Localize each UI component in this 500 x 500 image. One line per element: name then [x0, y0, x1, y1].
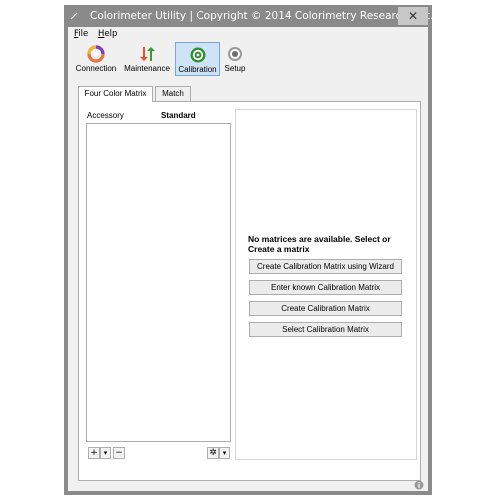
toolbar-calibration[interactable]: Calibration	[175, 42, 220, 76]
close-button[interactable]: ✕	[398, 7, 428, 25]
matrix-detail-pane: No matrices are available. Select or Cre…	[235, 109, 417, 460]
toolbar-setup[interactable]: Setup	[222, 42, 248, 76]
add-dropdown-button[interactable]: ▾	[100, 447, 111, 459]
no-matrix-message: No matrices are available. Select or Cre…	[248, 234, 391, 254]
toolbar-maintenance[interactable]: Maintenance	[122, 42, 172, 76]
tab-panel: Accessory Standard + ▾ − ✲ ▾ No matrices…	[78, 101, 421, 481]
create-matrix-button[interactable]: Create Calibration Matrix	[249, 301, 402, 316]
toolbar-setup-label: Setup	[224, 64, 246, 73]
app-window: Colorimeter Utility | Copyright © 2014 C…	[64, 5, 434, 495]
title-bar[interactable]: Colorimeter Utility | Copyright © 2014 C…	[64, 5, 434, 27]
toolbar-connection[interactable]: Connection	[72, 42, 120, 76]
toolbar-connection-label: Connection	[75, 64, 117, 73]
toolbar-maintenance-label: Maintenance	[124, 64, 170, 73]
maintenance-icon	[140, 47, 155, 61]
app-icon	[70, 12, 78, 20]
menu-file[interactable]: File	[74, 29, 88, 39]
gear-dropdown-button[interactable]: ▾	[219, 447, 230, 459]
remove-button[interactable]: −	[113, 447, 125, 459]
menu-file-rest: ile	[78, 29, 89, 39]
info-icon[interactable]	[414, 480, 424, 490]
column-header-standard[interactable]: Standard	[161, 111, 196, 120]
window-title: Colorimeter Utility | Copyright © 2014 C…	[90, 10, 434, 22]
add-button[interactable]: +	[88, 447, 100, 459]
menu-help[interactable]: Help	[98, 29, 117, 39]
create-matrix-wizard-button[interactable]: Create Calibration Matrix using Wizard	[249, 259, 402, 274]
client-area: File Help Connection Maintenance Calibra…	[68, 27, 428, 491]
connection-icon	[87, 45, 105, 63]
enter-known-matrix-button[interactable]: Enter known Calibration Matrix	[249, 280, 402, 295]
tab-match[interactable]: Match	[155, 86, 191, 101]
toolbar-calibration-label: Calibration	[178, 65, 217, 74]
gear-icon[interactable]: ✲	[207, 447, 219, 459]
toolbar: Connection Maintenance Calibration Setup	[68, 42, 428, 78]
menu-help-rest: elp	[104, 29, 118, 39]
select-matrix-button[interactable]: Select Calibration Matrix	[249, 322, 402, 337]
menu-bar: File Help	[68, 27, 428, 41]
setup-icon	[228, 47, 242, 61]
status-bar	[68, 480, 428, 491]
matrix-list[interactable]	[86, 123, 231, 442]
column-header-accessory[interactable]: Accessory	[87, 111, 124, 120]
tab-four-color-matrix[interactable]: Four Color Matrix	[78, 86, 153, 102]
calibration-icon	[190, 47, 205, 63]
